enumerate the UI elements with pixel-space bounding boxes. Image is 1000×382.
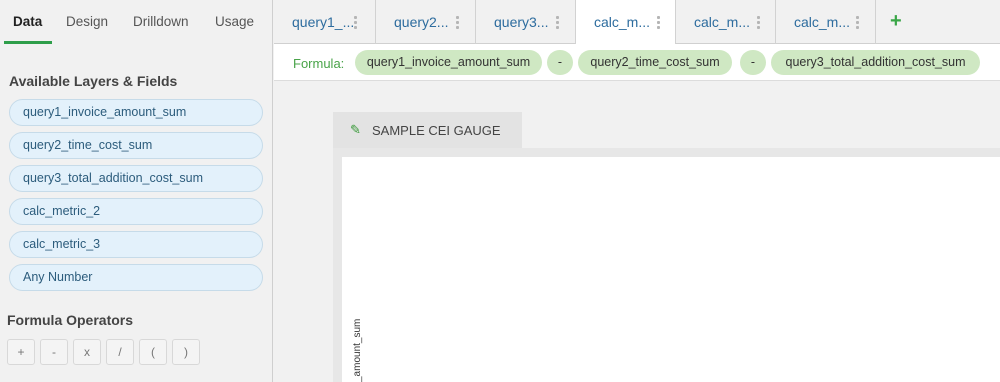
tab-label: query2... (394, 14, 449, 30)
formula-bar: Formula: query1_invoice_amount_sum - que… (274, 44, 1000, 81)
formula-token-field[interactable]: query1_invoice_amount_sum (355, 50, 542, 75)
field-query2-time-cost-sum[interactable]: query2_time_cost_sum (9, 132, 263, 159)
tab-data[interactable]: Data (13, 14, 42, 29)
drag-handle-icon[interactable] (757, 16, 760, 31)
widget-content-area (342, 157, 1000, 382)
operator-open-paren-button[interactable]: ( (139, 339, 167, 365)
formula-token-field[interactable]: query2_time_cost_sum (578, 50, 732, 75)
operator-minus-button[interactable]: - (40, 339, 68, 365)
operator-multiply-button[interactable]: x (73, 339, 101, 365)
field-any-number[interactable]: Any Number (9, 264, 263, 291)
tab-design[interactable]: Design (66, 14, 108, 29)
widget-title[interactable]: SAMPLE CEI GAUGE (372, 123, 501, 138)
operator-divide-button[interactable]: / (106, 339, 134, 365)
field-query1-invoice-amount-sum[interactable]: query1_invoice_amount_sum (9, 99, 263, 126)
operators-section-title: Formula Operators (7, 312, 134, 328)
tab-label: query3... (494, 14, 549, 30)
tab-label: calc_m... (794, 14, 851, 30)
tab-label: calc_m... (694, 14, 751, 30)
tab-label: calc_m... (594, 14, 651, 30)
formula-token-operator[interactable]: - (547, 50, 573, 75)
tab-usage[interactable]: Usage (215, 14, 254, 29)
drag-handle-icon[interactable] (856, 16, 859, 31)
tab-drilldown[interactable]: Drilldown (133, 14, 189, 29)
tab-calc-metric-3[interactable]: calc_m... (776, 0, 876, 44)
drag-handle-icon[interactable] (354, 16, 357, 31)
left-panel: Data Design Drilldown Usage Available La… (0, 0, 273, 382)
formula-token-field[interactable]: query3_total_addition_cost_sum (771, 50, 980, 75)
drag-handle-icon[interactable] (556, 16, 559, 31)
active-tab-indicator (4, 41, 52, 44)
tab-query2[interactable]: query2... (376, 0, 476, 44)
drag-handle-icon[interactable] (657, 16, 660, 31)
tab-label: query1_... (292, 14, 355, 30)
tab-calc-metric-2[interactable]: calc_m... (676, 0, 776, 44)
operator-close-paren-button[interactable]: ) (172, 339, 200, 365)
chart-y-axis-label: _amount_sum (352, 318, 363, 382)
plus-icon[interactable]: + (890, 10, 902, 33)
formula-label: Formula: (293, 56, 345, 71)
tab-query3[interactable]: query3... (476, 0, 576, 44)
layers-section-title: Available Layers & Fields (9, 73, 178, 89)
tab-calc-metric-active[interactable]: calc_m... (575, 0, 676, 45)
field-calc-metric-2[interactable]: calc_metric_2 (9, 198, 263, 225)
formula-token-operator[interactable]: - (740, 50, 766, 75)
left-tab-bar: Data Design Drilldown Usage (0, 0, 272, 44)
field-calc-metric-3[interactable]: calc_metric_3 (9, 231, 263, 258)
field-query3-total-addition-cost-sum[interactable]: query3_total_addition_cost_sum (9, 165, 263, 192)
drag-handle-icon[interactable] (456, 16, 459, 31)
pencil-icon[interactable]: ✎ (350, 122, 361, 138)
operator-plus-button[interactable]: + (7, 339, 35, 365)
tab-query1[interactable]: query1_... (274, 0, 376, 44)
